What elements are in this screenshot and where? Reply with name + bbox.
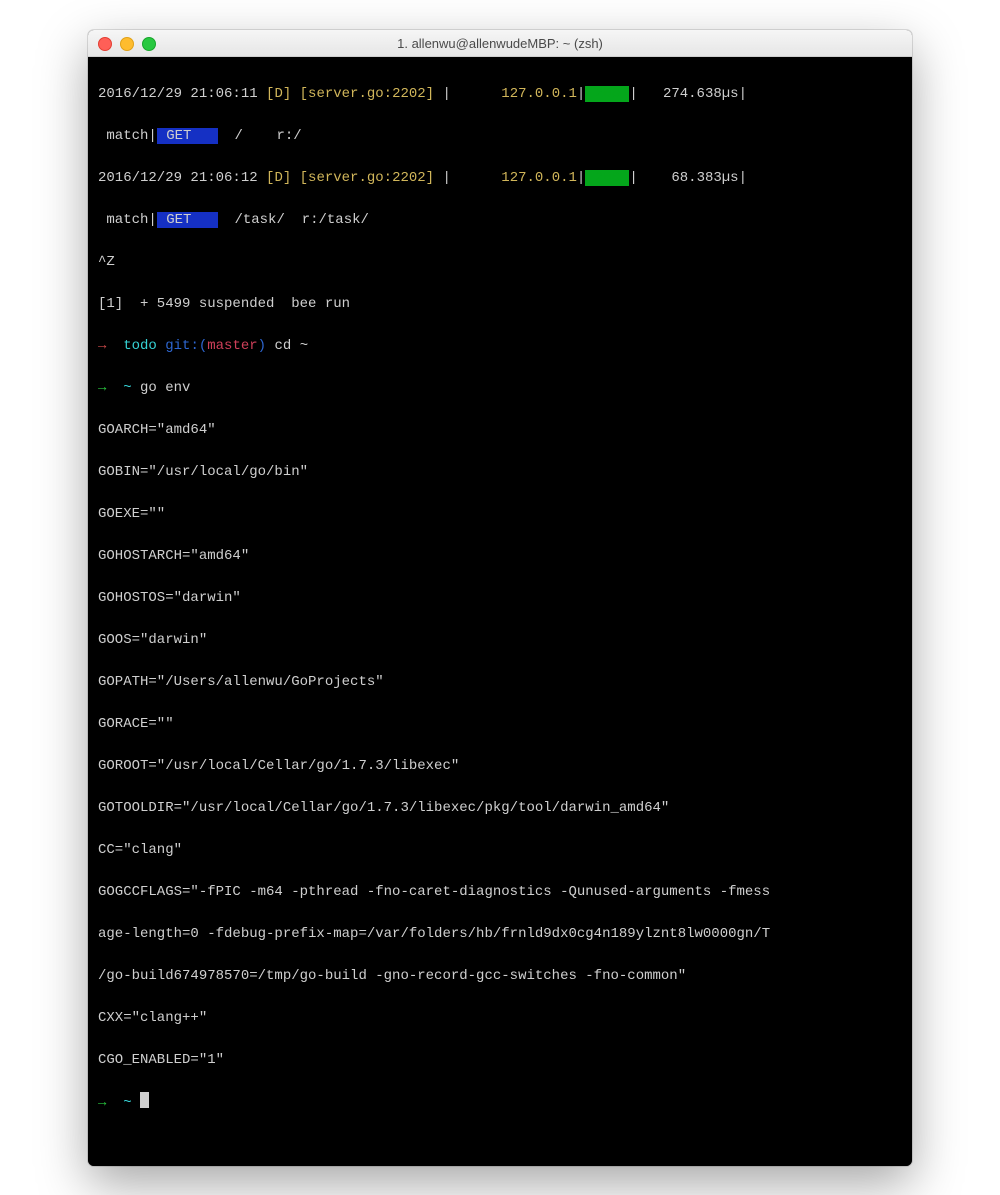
log-line: 2016/12/29 21:06:11 [D] [server.go:2202]… (98, 84, 902, 105)
env-line: GOGCCFLAGS="-fPIC -m64 -pthread -fno-car… (98, 882, 902, 903)
http-status-badge: 200 (585, 86, 629, 102)
prompt-dir: todo (123, 338, 157, 354)
prompt-arrow-icon: → (98, 1095, 106, 1111)
zoom-icon[interactable] (142, 37, 156, 51)
prompt-dir: ~ (123, 380, 131, 396)
prompt-line: → todo git:(master) cd ~ (98, 336, 902, 357)
env-line: GOPATH="/Users/allenwu/GoProjects" (98, 672, 902, 693)
env-line: GOOS="darwin" (98, 630, 902, 651)
log-match: match| GET / r:/ (98, 126, 902, 147)
ctrl-char: ^Z (98, 252, 902, 273)
env-line: CXX="clang++" (98, 1008, 902, 1029)
window-controls (98, 37, 156, 51)
env-line: age-length=0 -fdebug-prefix-map=/var/fol… (98, 924, 902, 945)
env-line: GOHOSTOS="darwin" (98, 588, 902, 609)
env-line: GOHOSTARCH="amd64" (98, 546, 902, 567)
http-method-badge: GET (157, 212, 218, 228)
terminal-body[interactable]: 2016/12/29 21:06:11 [D] [server.go:2202]… (88, 57, 912, 1166)
log-ip: 127.0.0.1 (501, 86, 577, 102)
cursor-icon (140, 1092, 149, 1108)
git-branch: master (207, 338, 257, 354)
env-line: GOTOOLDIR="/usr/local/Cellar/go/1.7.3/li… (98, 798, 902, 819)
log-ip: 127.0.0.1 (501, 170, 577, 186)
git-label: ) (258, 338, 266, 354)
env-line: CGO_ENABLED="1" (98, 1050, 902, 1071)
log-tag: [D] [server.go:2202] (266, 170, 434, 186)
terminal-window: 1. allenwu@allenwudeMBP: ~ (zsh) 2016/12… (88, 30, 912, 1166)
minimize-icon[interactable] (120, 37, 134, 51)
log-match: match| GET /task/ r:/task/ (98, 210, 902, 231)
env-line: CC="clang" (98, 840, 902, 861)
git-label: git:( (165, 338, 207, 354)
env-line: GOBIN="/usr/local/go/bin" (98, 462, 902, 483)
prompt-line: → ~ (98, 1092, 902, 1114)
env-line: GOROOT="/usr/local/Cellar/go/1.7.3/libex… (98, 756, 902, 777)
titlebar: 1. allenwu@allenwudeMBP: ~ (zsh) (88, 30, 912, 57)
http-method-badge: GET (157, 128, 218, 144)
suspended-line: [1] + 5499 suspended bee run (98, 294, 902, 315)
env-line: GOEXE="" (98, 504, 902, 525)
prompt-dir: ~ (123, 1095, 131, 1111)
http-status-badge: 200 (585, 170, 629, 186)
prompt-arrow-icon: → (98, 380, 106, 396)
log-line: 2016/12/29 21:06:12 [D] [server.go:2202]… (98, 168, 902, 189)
env-line: GORACE="" (98, 714, 902, 735)
env-line: /go-build674978570=/tmp/go-build -gno-re… (98, 966, 902, 987)
prompt-arrow-icon: → (98, 338, 106, 354)
close-icon[interactable] (98, 37, 112, 51)
log-tag: [D] [server.go:2202] (266, 86, 434, 102)
command-text: cd ~ (274, 338, 308, 354)
command-text: go env (140, 380, 190, 396)
prompt-line: → ~ go env (98, 378, 902, 399)
env-line: GOARCH="amd64" (98, 420, 902, 441)
window-title: 1. allenwu@allenwudeMBP: ~ (zsh) (397, 36, 603, 51)
